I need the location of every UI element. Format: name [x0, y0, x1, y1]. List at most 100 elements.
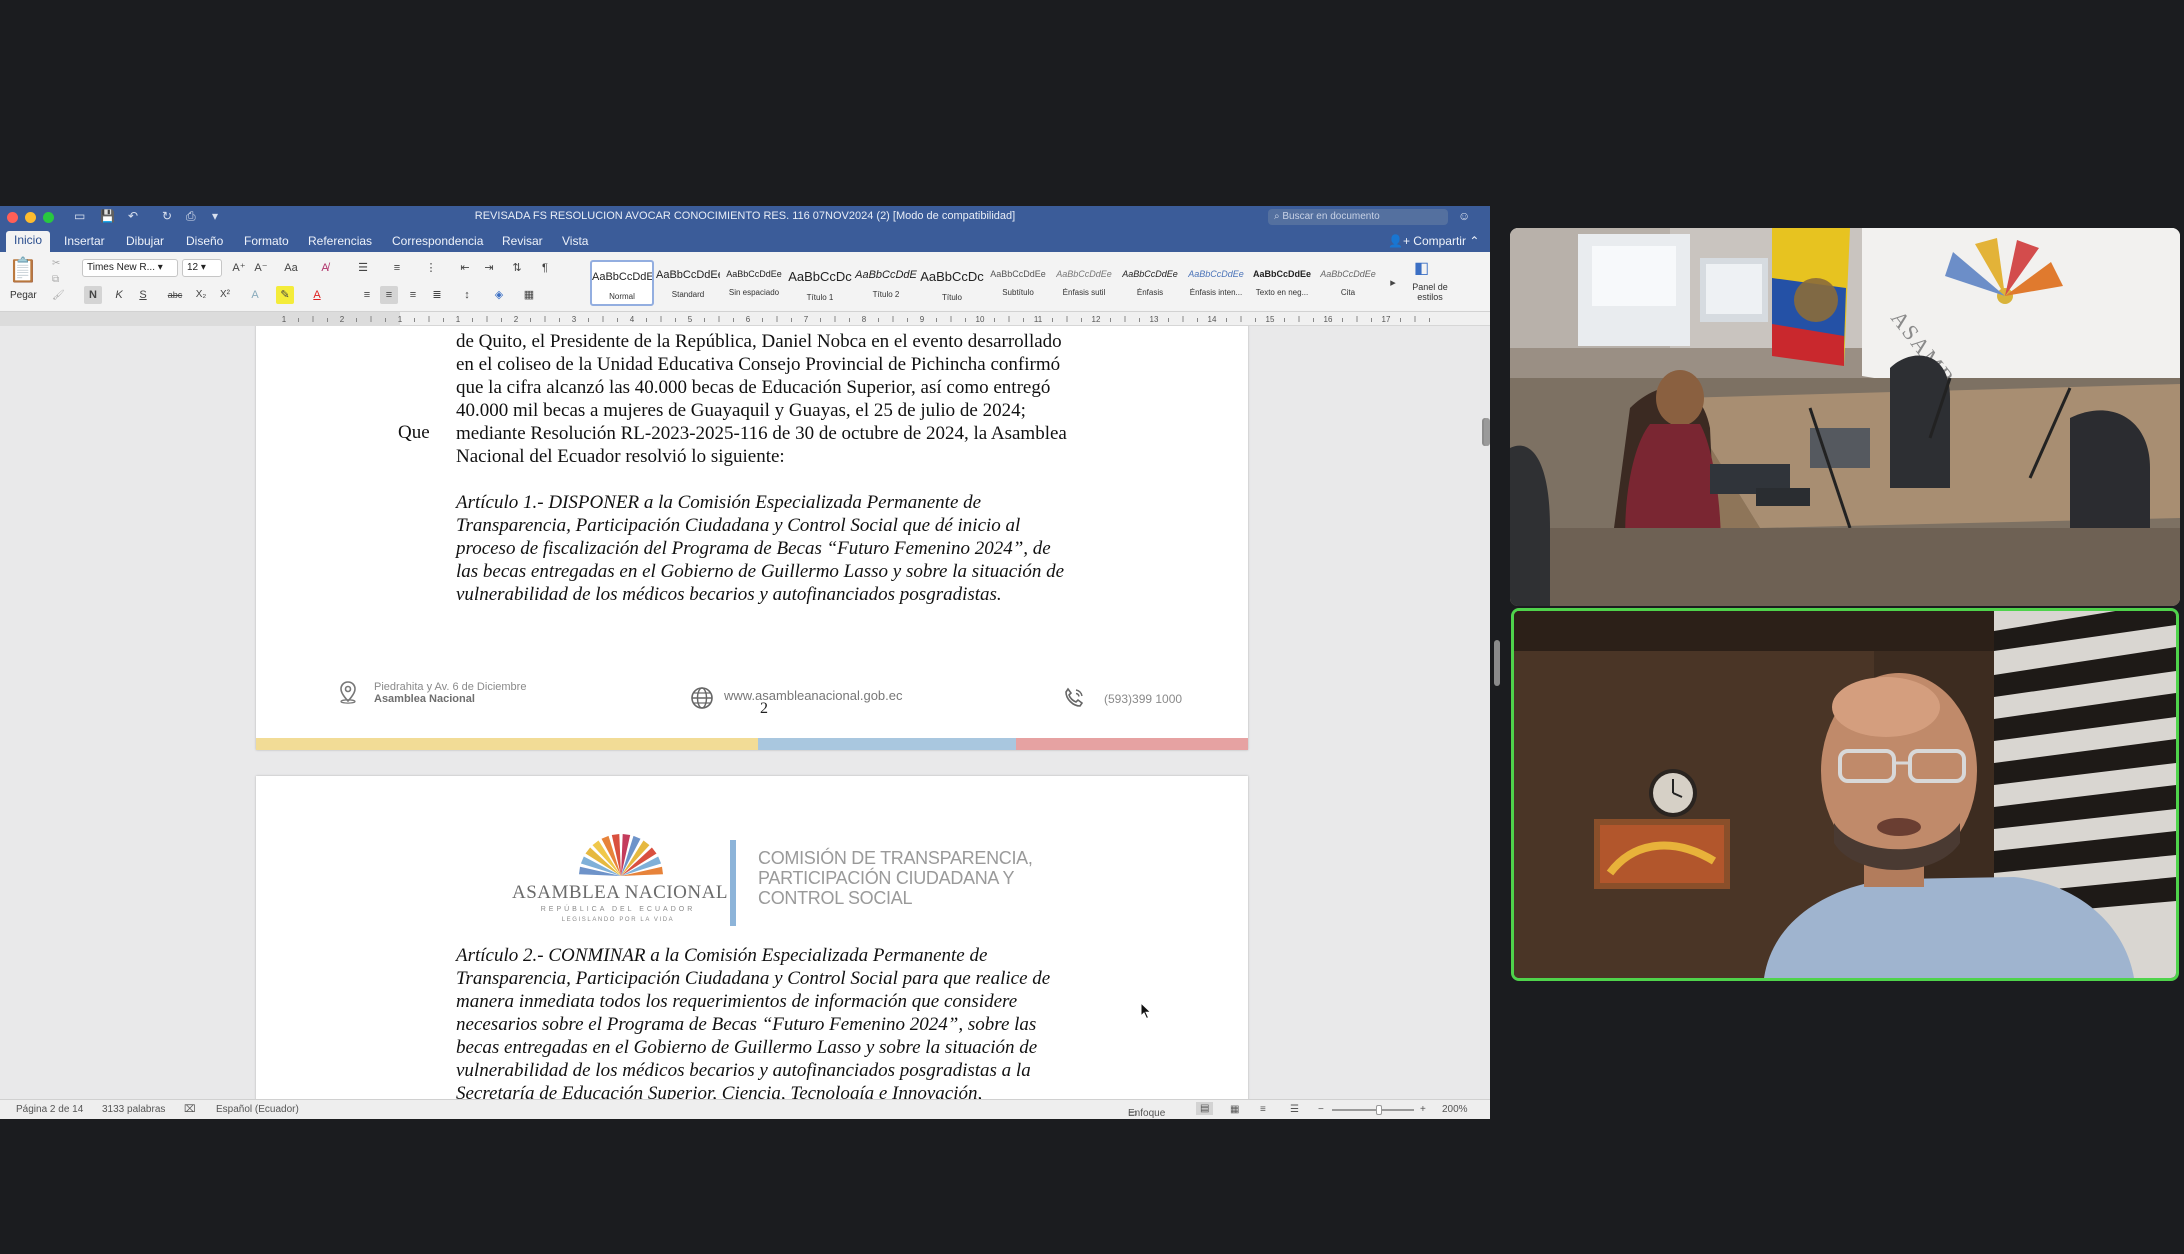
style-titulo[interactable]: AaBbCcDc Título — [920, 260, 984, 306]
footer-address: Piedrahita y Av. 6 de Diciembre Asamblea… — [374, 681, 527, 705]
style-cita[interactable]: AaBbCcDdEe Cita — [1316, 260, 1380, 306]
zoom-in-icon[interactable]: + — [1420, 1104, 1426, 1115]
video-tile-meeting-room[interactable]: ASAMBLEA NACIONAL — [1510, 228, 2180, 606]
styles-more-chevron-icon[interactable]: ▸ — [1384, 274, 1402, 292]
tab-correspondencia[interactable]: Correspondencia — [384, 232, 491, 250]
que-label: Que — [398, 422, 430, 443]
zoom-level[interactable]: 200% — [1442, 1104, 1468, 1115]
tab-formato[interactable]: Formato — [236, 232, 297, 250]
proofing-icon[interactable]: ⌧ — [184, 1104, 196, 1115]
tab-referencias[interactable]: Referencias — [300, 232, 380, 250]
align-left-icon[interactable]: ≡ — [358, 286, 376, 304]
ruler[interactable]: 1 2 1 1 2 3 4 5 6 7 8 9 10 11 12 13 14 15 16 17 — [0, 312, 1490, 326]
word-window: ▭ 💾 ↶ ↻ ⎙ ▾ REVISADA FS RESOLUCION AVOCA… — [0, 206, 1490, 1119]
strikethrough-button[interactable]: abc — [166, 286, 184, 304]
change-case-icon[interactable]: Aa — [282, 259, 300, 277]
style-titulo-1[interactable]: AaBbCcDc Título 1 — [788, 260, 852, 306]
style-sin-espaciado[interactable]: AaBbCcDdEe Sin espaciado — [722, 260, 786, 306]
share-icon: 👤+ — [1388, 234, 1414, 248]
logo-name: ASAMBLEA NACIONAL — [512, 882, 728, 903]
shading-icon[interactable]: ◈ — [490, 286, 508, 304]
style-normal[interactable]: AaBbCcDdEeNormal — [590, 260, 654, 306]
ruler-ticks: 1 2 1 1 2 3 4 5 6 7 8 9 10 11 12 13 14 15 16 17 — [0, 312, 1430, 326]
ruler-number: 13 — [1150, 315, 1159, 324]
align-center-icon[interactable]: ≡ — [380, 286, 398, 304]
numbering-icon[interactable]: ≡ — [388, 259, 406, 277]
subscript-button[interactable]: X₂ — [192, 286, 210, 304]
outline-view-icon[interactable]: ≡ — [1260, 1104, 1266, 1115]
style-titulo-2[interactable]: AaBbCcDdE Título 2 — [854, 260, 918, 306]
document-page-3[interactable]: ASAMBLEA NACIONAL REPÚBLICA DEL ECUADOR … — [256, 776, 1248, 1106]
ruler-number: 8 — [862, 315, 867, 324]
document-page-2[interactable]: de Quito, el Presidente de la República,… — [256, 326, 1248, 750]
ruler-number: 9 — [920, 315, 925, 324]
bullets-icon[interactable]: ☰ — [354, 259, 372, 277]
tab-vista[interactable]: Vista — [554, 232, 596, 250]
style-enfasis[interactable]: AaBbCcDdEe Énfasis — [1118, 260, 1182, 306]
bold-button[interactable]: N — [84, 286, 102, 304]
paragraph-becas-announcement[interactable]: de Quito, el Presidente de la República,… — [456, 330, 1108, 422]
smiley-feedback-icon[interactable]: ☺ — [1458, 209, 1470, 223]
style-texto-en-negrita[interactable]: AaBbCcDdEe Texto en neg... — [1250, 260, 1314, 306]
superscript-button[interactable]: X² — [216, 286, 234, 304]
article-2[interactable]: Artículo 2.- CONMINAR a la Comisión Espe… — [456, 944, 1108, 1105]
search-document-field[interactable]: ⌕ Buscar en documento — [1268, 209, 1448, 225]
draft-view-icon[interactable]: ☰ — [1290, 1104, 1299, 1115]
style-enfasis-intenso[interactable]: AaBbCcDdEe Énfasis inten... — [1184, 260, 1248, 306]
italic-button[interactable]: K — [110, 286, 128, 304]
window-scroll-handle[interactable] — [1484, 418, 1490, 446]
tab-dibujar[interactable]: Dibujar — [118, 232, 172, 250]
zoom-slider[interactable] — [1332, 1109, 1414, 1111]
underline-button[interactable]: S — [134, 286, 152, 304]
web-layout-view-icon[interactable]: ▦ — [1230, 1104, 1239, 1115]
styles-panel-button[interactable]: Panel de estilos — [1408, 282, 1452, 302]
meeting-room-video: ASAMBLEA NACIONAL — [1510, 228, 2180, 606]
line-spacing-icon[interactable]: ↕ — [458, 286, 476, 304]
multilevel-list-icon[interactable]: ⋮ — [422, 259, 440, 277]
paste-icon[interactable]: 📋 — [8, 256, 38, 285]
zoom-out-icon[interactable]: − — [1318, 1104, 1324, 1115]
highlight-icon[interactable]: ✎ — [276, 286, 294, 304]
paragraph-resolucion[interactable]: mediante Resolución RL-2023-2025-116 de … — [456, 422, 1108, 468]
style-enfasis-sutil[interactable]: AaBbCcDdEe Énfasis sutil — [1052, 260, 1116, 306]
clear-formatting-icon[interactable]: A̸ — [316, 259, 334, 277]
document-canvas: de Quito, el Presidente de la República,… — [0, 326, 1490, 1106]
tab-inicio[interactable]: Inicio — [6, 231, 51, 252]
article-1[interactable]: Artículo 1.- DISPONER a la Comisión Espe… — [456, 491, 1108, 606]
decrease-indent-icon[interactable]: ⇤ — [456, 259, 474, 277]
font-size-select[interactable]: 12 ▾ — [182, 259, 222, 277]
text-effects-icon[interactable]: A — [246, 286, 264, 304]
status-language[interactable]: Español (Ecuador) — [216, 1104, 299, 1115]
borders-icon[interactable]: ▦ — [520, 286, 538, 304]
footer-band-yellow — [256, 738, 758, 750]
video-tile-participant-active-speaker[interactable] — [1511, 608, 2179, 981]
styles-panel-icon[interactable]: ◧ — [1414, 258, 1429, 278]
ruler-number: 12 — [1092, 315, 1101, 324]
sort-icon[interactable]: ⇅ — [508, 259, 526, 277]
justify-icon[interactable]: ≣ — [428, 286, 446, 304]
format-painter-icon[interactable]: 🖌 — [52, 290, 65, 301]
style-standard[interactable]: AaBbCcDdEe Standard — [656, 260, 720, 306]
cut-icon[interactable]: ✂ — [52, 258, 60, 269]
tab-revisar[interactable]: Revisar — [494, 232, 551, 250]
tab-diseno[interactable]: Diseño — [178, 232, 231, 250]
tab-insertar[interactable]: Insertar — [56, 232, 113, 250]
logo-subtitle: REPÚBLICA DEL ECUADOR — [540, 906, 696, 913]
increase-indent-icon[interactable]: ⇥ — [480, 259, 498, 277]
ruler-number: 16 — [1324, 315, 1333, 324]
align-right-icon[interactable]: ≡ — [404, 286, 422, 304]
share-button[interactable]: 👤+ Compartir ⌃ — [1388, 234, 1479, 248]
font-color-icon[interactable]: A — [308, 286, 326, 304]
show-marks-icon[interactable]: ¶ — [536, 259, 554, 277]
zoom-slider-thumb[interactable] — [1376, 1105, 1382, 1115]
panel-resize-handle[interactable] — [1494, 640, 1500, 686]
shrink-font-icon[interactable]: A⁻ — [252, 259, 270, 277]
style-subtitulo[interactable]: AaBbCcDdEe Subtítulo — [986, 260, 1050, 306]
status-words[interactable]: 3133 palabras — [102, 1104, 165, 1115]
copy-icon[interactable]: ⧉ — [52, 274, 59, 285]
grow-font-icon[interactable]: A⁺ — [230, 259, 248, 277]
status-page[interactable]: Página 2 de 14 — [16, 1104, 83, 1115]
print-layout-view-icon[interactable]: ▤ — [1196, 1102, 1214, 1115]
participant-video — [1514, 611, 2176, 978]
font-name-select[interactable]: Times New R... ▾ — [82, 259, 178, 277]
